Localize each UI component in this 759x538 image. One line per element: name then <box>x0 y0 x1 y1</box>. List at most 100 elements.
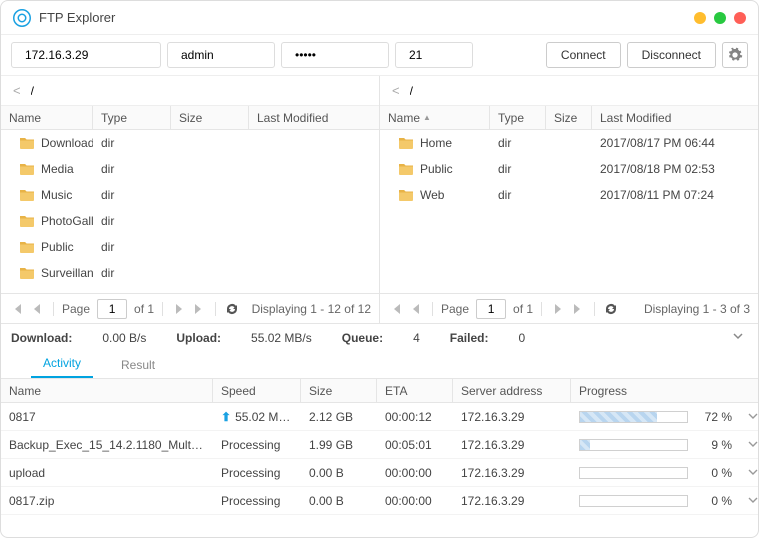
list-item[interactable]: PhotoGalle...dir <box>1 208 379 234</box>
page-first-icon[interactable] <box>9 301 25 317</box>
page-next-icon[interactable] <box>550 301 566 317</box>
page-last-icon[interactable] <box>570 301 586 317</box>
file-type: dir <box>93 266 171 280</box>
transfer-row-toggle[interactable] <box>740 410 758 424</box>
remote-back-button[interactable]: < <box>388 83 404 98</box>
remote-hdr-name[interactable]: Name <box>380 106 490 129</box>
transfer-server: 172.16.3.29 <box>453 410 571 424</box>
list-item[interactable]: Mediadir <box>1 156 379 182</box>
list-item[interactable]: Surveillancedir <box>1 260 379 286</box>
settings-button[interactable] <box>722 42 748 68</box>
tab-result[interactable]: Result <box>109 358 167 378</box>
local-hdr-size[interactable]: Size <box>171 106 249 129</box>
transfer-row-toggle[interactable] <box>740 494 758 508</box>
folder-icon <box>19 188 35 202</box>
file-modified: 2017/08/11 PM 07:24 <box>592 188 758 202</box>
transfer-size: 0.00 B <box>301 466 377 480</box>
local-page-input[interactable] <box>97 299 127 319</box>
transfer-row[interactable]: Backup_Exec_15_14.2.1180_MultiPlatf...Pr… <box>1 431 758 459</box>
local-display-count: Displaying 1 - 12 of 12 <box>252 302 371 316</box>
failed-value: 0 <box>518 331 525 345</box>
folder-icon <box>19 214 35 228</box>
host-field[interactable] <box>25 48 180 62</box>
file-name: Public <box>41 240 74 254</box>
maximize-button[interactable] <box>714 12 726 24</box>
list-item[interactable]: Homedir2017/08/17 PM 06:44 <box>380 130 758 156</box>
transfer-server: 172.16.3.29 <box>453 494 571 508</box>
file-panes: < Name Type Size Last Modified Downloadd… <box>1 76 758 323</box>
list-item[interactable]: SVNdir <box>1 286 379 293</box>
list-item[interactable]: Publicdir2017/08/18 PM 02:53 <box>380 156 758 182</box>
local-page-of: of 1 <box>134 302 154 316</box>
refresh-icon[interactable] <box>603 301 619 317</box>
page-prev-icon[interactable] <box>29 301 45 317</box>
page-last-icon[interactable] <box>191 301 207 317</box>
transfer-rows: 0817⬆55.02 MB/s2.12 GB00:00:12172.16.3.2… <box>1 403 758 515</box>
local-hdr-name[interactable]: Name <box>1 106 93 129</box>
upload-arrow-icon: ⬆ <box>221 410 231 424</box>
transfer-progress <box>571 411 696 423</box>
local-paginator: Page of 1 Displaying 1 - 12 of 12 <box>1 293 379 323</box>
local-hdr-type[interactable]: Type <box>93 106 171 129</box>
local-hdr-modified[interactable]: Last Modified <box>249 106 379 129</box>
file-name: PhotoGalle... <box>41 214 93 228</box>
queue-label: Queue: <box>342 331 383 345</box>
xhdr-server[interactable]: Server address <box>453 379 571 402</box>
user-field-wrap <box>167 42 275 68</box>
local-back-button[interactable]: < <box>9 83 25 98</box>
xhdr-name[interactable]: Name <box>1 379 213 402</box>
page-first-icon[interactable] <box>388 301 404 317</box>
expand-toggle[interactable] <box>728 330 748 345</box>
connect-button[interactable]: Connect <box>546 42 621 68</box>
remote-page-input[interactable] <box>476 299 506 319</box>
transfer-progress <box>571 467 696 479</box>
folder-icon <box>19 240 35 254</box>
file-type: dir <box>93 240 171 254</box>
remote-hdr-modified[interactable]: Last Modified <box>592 106 758 129</box>
transfer-progress <box>571 439 696 451</box>
refresh-icon[interactable] <box>224 301 240 317</box>
list-item[interactable]: Web dir 2017/08/11 PM 07:24 <box>380 182 758 208</box>
list-item[interactable]: Downloaddir <box>1 130 379 156</box>
remote-path-field[interactable] <box>410 84 750 98</box>
file-name: Surveillance <box>41 266 93 280</box>
close-button[interactable] <box>734 12 746 24</box>
page-prev-icon[interactable] <box>408 301 424 317</box>
xhdr-size[interactable]: Size <box>301 379 377 402</box>
file-name: Home <box>420 136 452 150</box>
local-path-field[interactable] <box>31 84 371 98</box>
file-modified: 2017/08/18 PM 02:53 <box>592 162 758 176</box>
tab-activity[interactable]: Activity <box>31 356 93 378</box>
page-label: Page <box>62 302 90 316</box>
transfer-row[interactable]: uploadProcessing0.00 B00:00:00172.16.3.2… <box>1 459 758 487</box>
list-item[interactable]: Musicdir <box>1 182 379 208</box>
minimize-button[interactable] <box>694 12 706 24</box>
transfer-row-toggle[interactable] <box>740 438 758 452</box>
chevron-down-icon <box>748 439 758 449</box>
remote-hdr-type[interactable]: Type <box>490 106 546 129</box>
transfer-row[interactable]: 0817⬆55.02 MB/s2.12 GB00:00:12172.16.3.2… <box>1 403 758 431</box>
file-type: dir <box>490 188 546 202</box>
transfer-name: 0817 <box>1 410 213 424</box>
port-field[interactable] <box>409 48 564 62</box>
list-item[interactable]: Public dir <box>1 234 379 260</box>
transfer-row-toggle[interactable] <box>740 466 758 480</box>
transfer-row[interactable]: 0817.zipProcessing0.00 B00:00:00172.16.3… <box>1 487 758 515</box>
port-field-wrap <box>395 42 473 68</box>
page-next-icon[interactable] <box>171 301 187 317</box>
file-type: dir <box>93 162 171 176</box>
download-label: Download: <box>11 331 72 345</box>
xhdr-speed[interactable]: Speed <box>213 379 301 402</box>
failed-label: Failed: <box>450 331 489 345</box>
file-type: dir <box>93 214 171 228</box>
xhdr-progress[interactable]: Progress <box>571 379 758 402</box>
remote-pane: < Name Type Size Last Modified Homedir20… <box>380 76 758 323</box>
remote-hdr-size[interactable]: Size <box>546 106 592 129</box>
file-name: Web <box>420 188 444 202</box>
titlebar: FTP Explorer <box>1 1 758 35</box>
disconnect-button[interactable]: Disconnect <box>627 42 716 68</box>
remote-rows: Homedir2017/08/17 PM 06:44Publicdir2017/… <box>380 130 758 293</box>
transfer-speed: Processing <box>213 466 301 480</box>
app-icon <box>13 9 31 27</box>
xhdr-eta[interactable]: ETA <box>377 379 453 402</box>
